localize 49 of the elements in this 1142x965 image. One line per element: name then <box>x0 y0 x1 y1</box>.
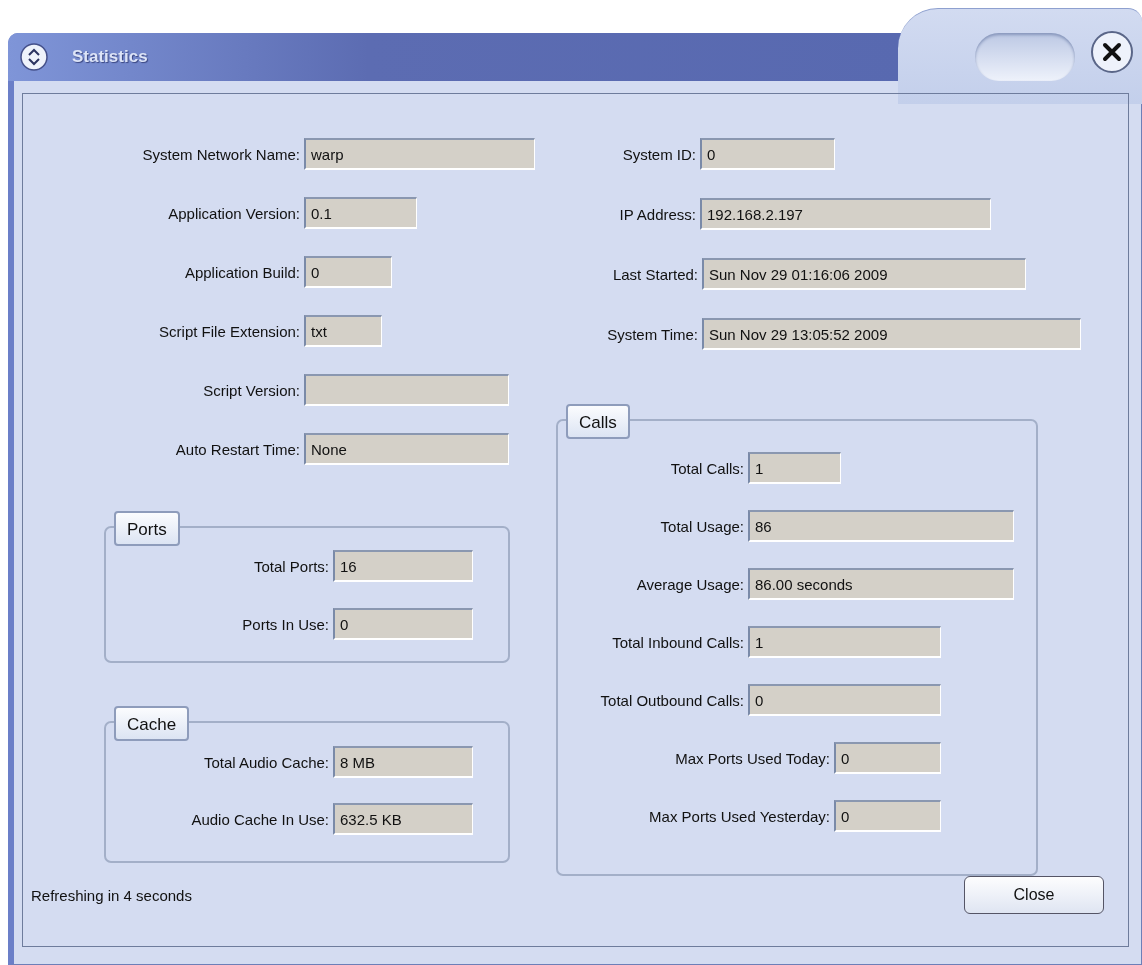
field-label: Max Ports Used Yesterday: <box>648 807 830 825</box>
value-field: 0 <box>700 138 835 170</box>
field-label: System Network Name: <box>141 145 300 163</box>
value-field: txt <box>304 315 382 347</box>
field-label: Application Build: <box>183 263 300 281</box>
value-field: 86 <box>748 510 1014 542</box>
value-field: warp <box>304 138 535 170</box>
field-label: System ID: <box>621 145 696 163</box>
group-title: Calls <box>566 404 630 439</box>
value-field: 0 <box>834 742 941 774</box>
window-title: Statistics <box>72 47 148 67</box>
value-field: 16 <box>333 550 473 582</box>
value-field: 192.168.2.197 <box>700 198 991 230</box>
value-field: None <box>304 433 509 465</box>
close-icon[interactable] <box>1090 30 1134 74</box>
field-label: Audio Cache In Use: <box>190 810 329 828</box>
value-field: 1 <box>748 452 841 484</box>
field-label: Application Version: <box>167 204 300 222</box>
field-label: Total Usage: <box>659 517 744 535</box>
value-field: 0 <box>333 608 473 640</box>
value-field: 0 <box>304 256 392 288</box>
field-label: Total Ports: <box>252 557 329 575</box>
group-title: Ports <box>114 511 180 546</box>
field-label: Script Version: <box>202 381 300 399</box>
group-title: Cache <box>114 706 190 741</box>
close-button[interactable]: Close <box>964 876 1104 914</box>
field-label: Total Inbound Calls: <box>611 633 744 651</box>
field-label: Total Calls: <box>669 459 744 477</box>
field-label: Total Audio Cache: <box>202 753 329 771</box>
field-label: Script File Extension: <box>158 322 300 340</box>
value-field: 86.00 seconds <box>748 568 1014 600</box>
field-label: Average Usage: <box>635 575 744 593</box>
value-field: 0.1 <box>304 197 417 229</box>
value-field: 632.5 KB <box>333 803 473 835</box>
field-label: Last Started: <box>611 265 698 283</box>
field-label: Total Outbound Calls: <box>599 691 744 709</box>
field-label: IP Address: <box>618 205 696 223</box>
field-label: Ports In Use: <box>241 615 329 633</box>
value-field: 0 <box>834 800 941 832</box>
value-field: 1 <box>748 626 941 658</box>
field-label: Max Ports Used Today: <box>674 749 830 767</box>
field-label: System Time: <box>606 325 698 343</box>
value-field: 8 MB <box>333 746 473 778</box>
value-field: 0 <box>748 684 941 716</box>
value-field: Sun Nov 29 13:05:52 2009 <box>702 318 1081 350</box>
field-label: Auto Restart Time: <box>174 440 300 458</box>
status-text: Refreshing in 4 seconds <box>31 886 192 904</box>
value-field: Sun Nov 29 01:16:06 2009 <box>702 258 1026 290</box>
chevron-icon[interactable] <box>20 43 48 71</box>
